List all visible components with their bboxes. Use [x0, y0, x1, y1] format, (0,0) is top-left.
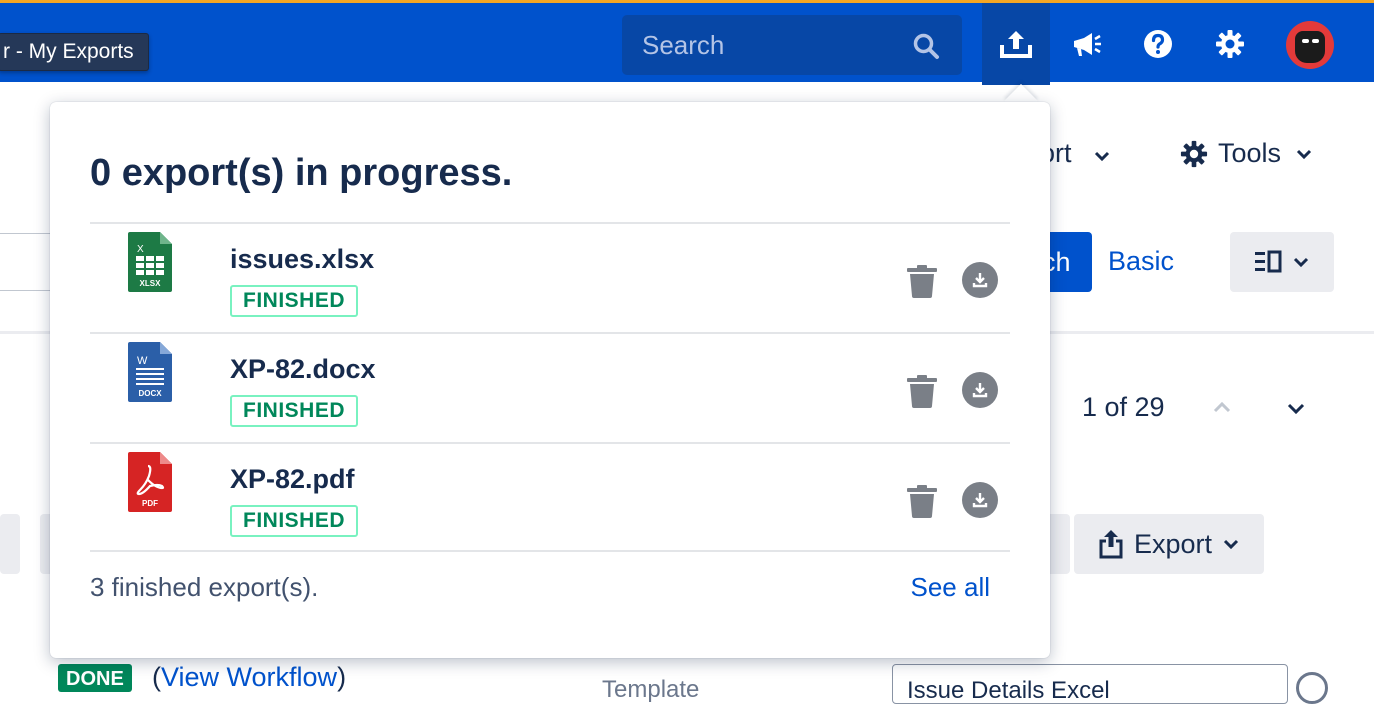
avatar-eye-left: [1302, 39, 1309, 43]
export-list: X XLSX issues.xlsx FINISHED W DOCX XP-82…: [90, 222, 1010, 552]
search-input[interactable]: [622, 15, 912, 75]
next-issue-icon[interactable]: [1286, 402, 1306, 416]
my-exports-popup: 0 export(s) in progress. X XLSX issues.x…: [50, 102, 1050, 658]
pdf-file-icon: PDF: [128, 452, 172, 512]
template-label: Template: [602, 676, 700, 703]
finished-exports-count: 3 finished export(s).: [90, 572, 319, 602]
word-file-icon: W DOCX: [128, 342, 172, 402]
share-icon: [1099, 530, 1123, 559]
trash-icon[interactable]: [906, 264, 938, 298]
svg-text:PDF: PDF: [142, 499, 158, 508]
download-button[interactable]: [962, 482, 998, 518]
download-button[interactable]: [962, 372, 998, 408]
tools-menu[interactable]: Tools: [1180, 138, 1313, 169]
chevron-down-icon: [1223, 539, 1239, 550]
export-icon: [1000, 31, 1032, 58]
download-icon: [972, 383, 988, 398]
tools-label: Tools: [1218, 138, 1282, 168]
status-badge: FINISHED: [230, 285, 359, 317]
trash-icon[interactable]: [906, 374, 938, 408]
avatar-face: [1295, 31, 1325, 63]
my-exports-button[interactable]: [982, 3, 1050, 85]
status-badge: DONE: [58, 664, 132, 692]
gear-icon: [1180, 140, 1208, 167]
see-all-link[interactable]: See all: [911, 572, 991, 603]
popup-title: 0 export(s) in progress.: [90, 152, 513, 194]
view-workflow-label: View Workflow: [161, 662, 338, 692]
help-icon: [1144, 30, 1172, 58]
export-filename: XP-82.docx: [230, 354, 376, 384]
trash-icon[interactable]: [906, 484, 938, 518]
excel-file-icon: X XLSX: [128, 232, 172, 292]
view-workflow-link[interactable]: (View Workflow): [152, 662, 346, 693]
template-select-value: Issue Details Excel: [907, 677, 1110, 704]
previous-issue-icon[interactable]: [1212, 400, 1232, 414]
chevron-down-icon: [1293, 257, 1309, 268]
list-view-icon: [1255, 250, 1282, 273]
export-row: W DOCX XP-82.docx FINISHED: [90, 332, 1010, 442]
export-button-label: Export: [1134, 528, 1213, 559]
export-filename: issues.xlsx: [230, 244, 375, 274]
download-button[interactable]: [962, 262, 998, 298]
search-box[interactable]: [622, 15, 962, 75]
template-select[interactable]: Issue Details Excel: [892, 664, 1288, 704]
pagination-counter: 1 of 29: [1082, 392, 1165, 422]
help-icon[interactable]: [1296, 672, 1328, 704]
user-avatar[interactable]: [1286, 21, 1334, 69]
basic-search-link[interactable]: Basic: [1108, 246, 1174, 277]
export-filename: XP-82.pdf: [230, 464, 355, 494]
export-button[interactable]: Export: [1074, 514, 1264, 574]
chevron-down-icon: [1094, 151, 1110, 162]
download-icon: [972, 273, 988, 288]
export-menu[interactable]: ort: [1040, 138, 1111, 169]
help-button[interactable]: [1124, 3, 1192, 85]
svg-text:W: W: [137, 355, 148, 367]
megaphone-icon: [1074, 33, 1101, 56]
layout-switcher-button[interactable]: [1230, 232, 1334, 292]
svg-text:DOCX: DOCX: [138, 389, 162, 398]
status-badge: FINISHED: [230, 505, 359, 537]
announcements-button[interactable]: [1052, 3, 1120, 85]
avatar-eye-right: [1312, 39, 1319, 43]
download-icon: [972, 493, 988, 508]
svg-text:X: X: [137, 244, 144, 255]
chevron-down-icon: [1296, 149, 1312, 159]
top-navigation-bar: [0, 0, 1374, 85]
search-icon[interactable]: [912, 32, 940, 60]
settings-button[interactable]: [1196, 3, 1264, 85]
gear-icon: [1216, 30, 1244, 58]
my-exports-tooltip: r - My Exports: [0, 33, 149, 71]
status-badge: FINISHED: [230, 395, 359, 427]
export-row: PDF XP-82.pdf FINISHED: [90, 442, 1010, 552]
svg-text:XLSX: XLSX: [140, 279, 162, 288]
export-row: X XLSX issues.xlsx FINISHED: [90, 222, 1010, 332]
toolbar-button-partial[interactable]: [0, 514, 20, 574]
